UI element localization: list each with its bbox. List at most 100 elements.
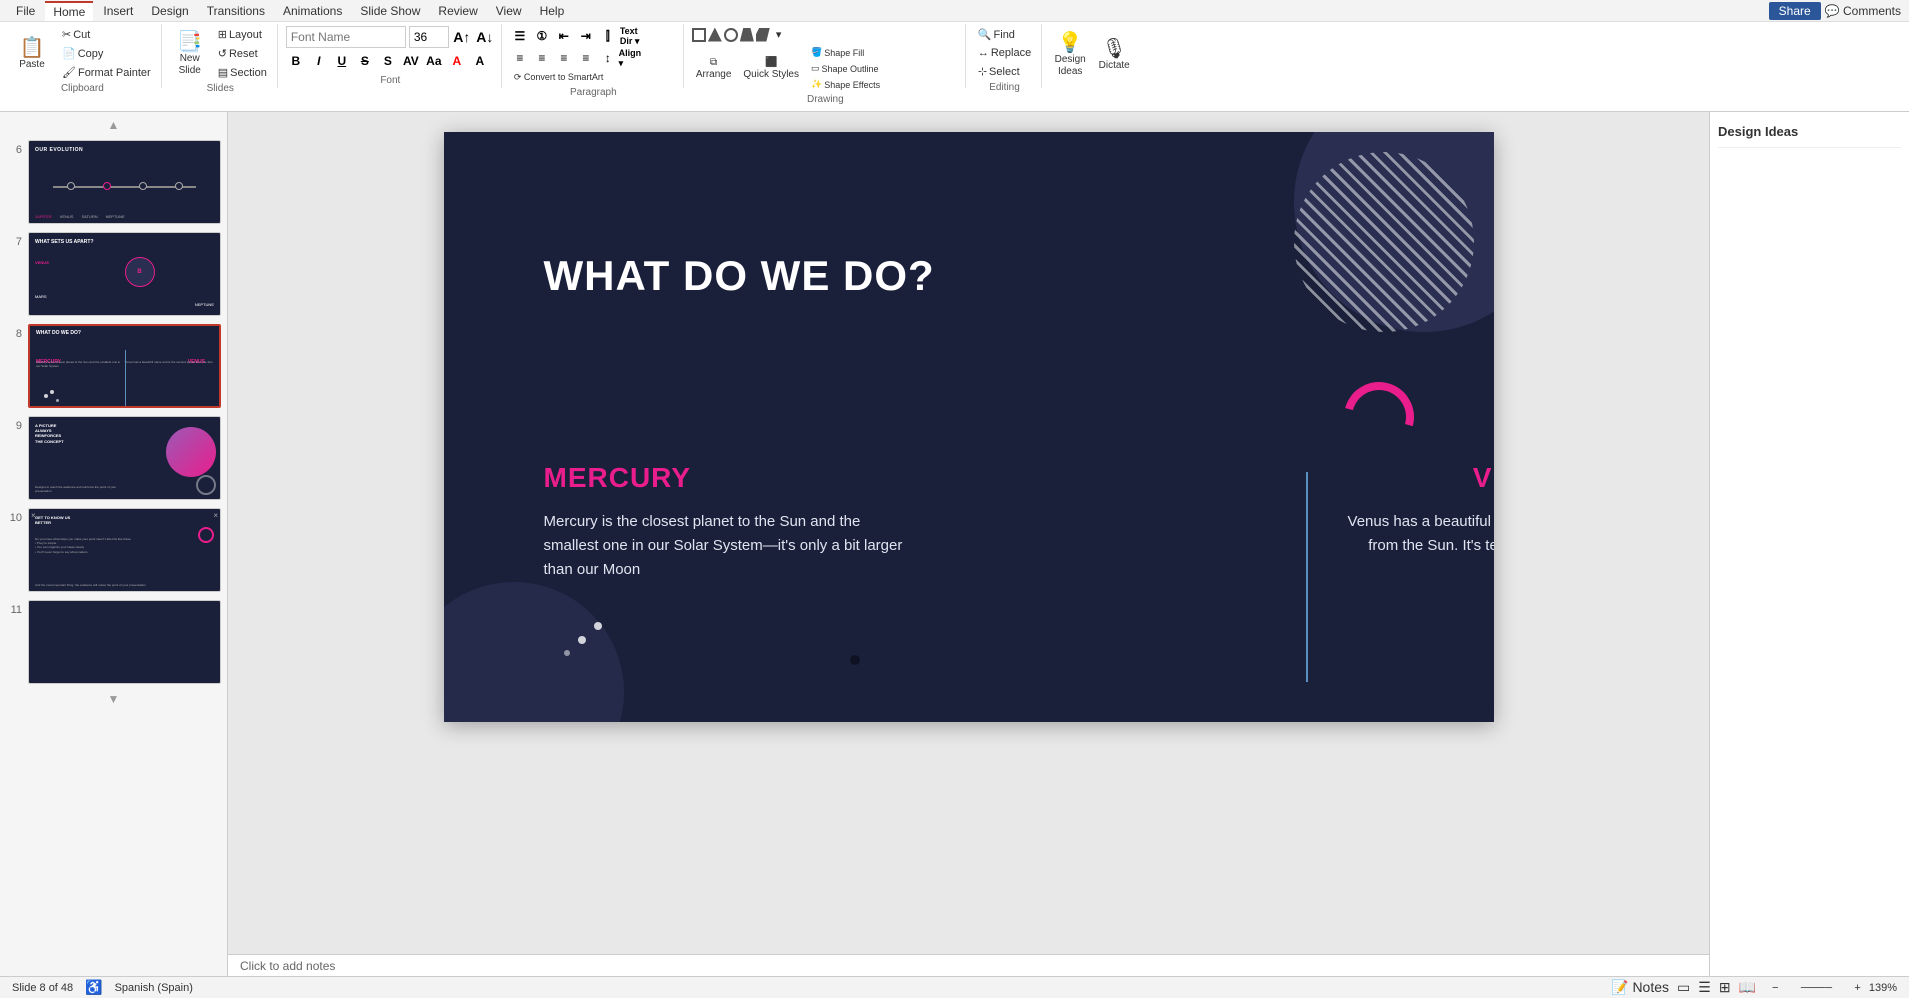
venus-heading[interactable]: VENUS — [1344, 462, 1494, 494]
slide-thumb-11[interactable]: 11 — [4, 598, 223, 686]
font-color-button[interactable]: A — [470, 51, 490, 71]
menu-slideshow[interactable]: Slide Show — [352, 2, 428, 20]
quick-styles-button[interactable]: ⬛ Quick Styles — [739, 55, 803, 82]
replace-button[interactable]: ↔ Replace — [974, 45, 1035, 61]
strikethrough-button[interactable]: S — [355, 51, 375, 71]
slide-image-6[interactable]: OUR EVOLUTION JUPITER VENUS SATURN — [28, 140, 221, 224]
format-painter-button[interactable]: 🖌 Format Painter — [58, 64, 155, 81]
design-ideas-button[interactable]: 💡 Design Ideas — [1050, 31, 1090, 79]
font-name-input[interactable] — [286, 26, 406, 48]
deco-bottom-left-circle — [444, 582, 624, 722]
highlight-color-button[interactable]: A — [447, 51, 467, 71]
reset-button[interactable]: ↺ Reset — [214, 45, 271, 62]
bold-button[interactable]: B — [286, 51, 306, 71]
convert-smartart-button[interactable]: ⟳ Convert to SmartArt — [510, 70, 608, 85]
dictate-button[interactable]: 🎙 Dictate — [1094, 37, 1134, 73]
menu-file[interactable]: File — [8, 2, 43, 20]
slide-image-8[interactable]: WHAT DO WE DO? MERCURY VENUS Mercury is … — [28, 324, 221, 408]
slide-canvas[interactable]: WHAT DO WE DO? MERCURY Mercury is the cl… — [444, 132, 1494, 722]
font-shadow-button[interactable]: S — [378, 51, 398, 71]
section-button[interactable]: ▤ Section — [214, 64, 271, 81]
align-text-button[interactable]: Align ▾ — [620, 48, 640, 68]
cut-button[interactable]: ✂ Cut — [58, 26, 155, 43]
shape-fill-icon: 🪣 — [811, 47, 822, 58]
slide-thumb-8[interactable]: 8 WHAT DO WE DO? MERCURY VENUS Mercury i… — [4, 322, 223, 410]
mercury-heading[interactable]: MERCURY — [544, 462, 904, 494]
justify-button[interactable]: ≡ — [576, 48, 596, 68]
normal-view-button[interactable]: ▭ — [1677, 979, 1690, 996]
notes-view-button[interactable]: 📝 Notes — [1611, 979, 1669, 996]
menu-insert[interactable]: Insert — [95, 2, 141, 20]
underline-button[interactable]: U — [332, 51, 352, 71]
menu-review[interactable]: Review — [430, 2, 485, 20]
reading-view-button[interactable]: 📖 — [1739, 979, 1756, 996]
notes-bar[interactable]: Click to add notes — [228, 954, 1709, 976]
shape-fill-button[interactable]: 🪣 Shape Fill — [807, 45, 884, 60]
align-right-button[interactable]: ≡ — [554, 48, 574, 68]
canvas-scroll[interactable]: WHAT DO WE DO? MERCURY Mercury is the cl… — [228, 112, 1709, 954]
paste-button[interactable]: 📋 Paste — [10, 36, 54, 72]
menu-help[interactable]: Help — [532, 2, 573, 20]
zoom-level[interactable]: 139% — [1869, 982, 1897, 994]
align-left-button[interactable]: ≡ — [510, 48, 530, 68]
scroll-up-arrow[interactable]: ▲ — [4, 116, 223, 134]
slide-image-9[interactable]: A PICTUREALWAYSREINFORCESTHE CONCEPT Des… — [28, 416, 221, 500]
slide-thumb-10[interactable]: 10 GET TO KNOW USBETTER Do you know what… — [4, 506, 223, 594]
menu-home[interactable]: Home — [45, 1, 93, 21]
increase-font-button[interactable]: A↑ — [452, 27, 472, 47]
text-direction-button[interactable]: Text Dir ▾ — [620, 26, 640, 46]
character-spacing-button[interactable]: AV — [401, 51, 421, 71]
share-button[interactable]: Share — [1769, 2, 1821, 20]
slide-image-7[interactable]: WHAT SETS US APART? VENUS B MARS NEPTUNE — [28, 232, 221, 316]
mercury-body[interactable]: Mercury is the closest planet to the Sun… — [544, 510, 904, 582]
circle-shape[interactable] — [724, 28, 738, 42]
accessibility-icon[interactable]: ♿ — [85, 979, 102, 996]
menu-animations[interactable]: Animations — [275, 2, 350, 20]
zoom-slider[interactable]: ──── — [1786, 982, 1846, 994]
layout-button[interactable]: ⊞ Layout — [214, 26, 271, 43]
notes-placeholder[interactable]: Click to add notes — [240, 959, 335, 973]
menu-design[interactable]: Design — [143, 2, 196, 20]
slide-thumb-7[interactable]: 7 WHAT SETS US APART? VENUS B MARS NEPTU… — [4, 230, 223, 318]
scroll-down-arrow[interactable]: ▼ — [4, 690, 223, 708]
slide-thumb-6[interactable]: 6 OUR EVOLUTION JUPITER VENUS — [4, 138, 223, 226]
decrease-font-button[interactable]: A↓ — [475, 27, 495, 47]
shape-outline-button[interactable]: ▭ Shape Outline — [807, 61, 884, 76]
zoom-in-button[interactable]: + — [1854, 982, 1860, 994]
language[interactable]: Spanish (Spain) — [115, 982, 193, 994]
line-spacing-button[interactable]: ↕ — [598, 48, 618, 68]
para-shape[interactable] — [756, 28, 770, 42]
slide-image-10[interactable]: GET TO KNOW USBETTER Do you know what he… — [28, 508, 221, 592]
outline-view-button[interactable]: ☰ — [1698, 979, 1711, 996]
venus-body[interactable]: Venus has a beautiful name and is the se… — [1344, 510, 1494, 582]
slide-sorter-button[interactable]: ⊞ — [1719, 979, 1731, 996]
align-center-button[interactable]: ≡ — [532, 48, 552, 68]
decrease-indent-button[interactable]: ⇤ — [554, 26, 574, 46]
find-button[interactable]: 🔍 Find — [974, 26, 1035, 43]
comments-button[interactable]: 💬 Comments — [1825, 4, 1901, 18]
increase-indent-button[interactable]: ⇥ — [576, 26, 596, 46]
menu-transitions[interactable]: Transitions — [199, 2, 273, 20]
more-shapes-button[interactable]: ▾ — [772, 26, 786, 43]
select-button[interactable]: ⊹ Select — [974, 63, 1035, 80]
triangle-shape[interactable] — [708, 28, 722, 42]
rect-shape[interactable] — [692, 28, 706, 42]
shape-effects-button[interactable]: ✨ Shape Effects — [807, 77, 884, 92]
slide-image-11[interactable] — [28, 600, 221, 684]
italic-button[interactable]: I — [309, 51, 329, 71]
columns-button[interactable]: ⫿ — [598, 26, 618, 46]
slide-panel[interactable]: ▲ 6 OUR EVOLUTION JUPITER — [0, 112, 228, 976]
thumb10-close[interactable]: × — [213, 511, 218, 520]
numbering-button[interactable]: ① — [532, 26, 552, 46]
font-size-input[interactable] — [409, 26, 449, 48]
zoom-out-button[interactable]: − — [1772, 982, 1778, 994]
change-case-button[interactable]: Aa — [424, 51, 444, 71]
arrange-button[interactable]: ⧉ Arrange — [692, 55, 736, 82]
trap-shape[interactable] — [740, 28, 754, 42]
menu-view[interactable]: View — [488, 2, 530, 20]
slide-thumb-9[interactable]: 9 A PICTUREALWAYSREINFORCESTHE CONCEPT D… — [4, 414, 223, 502]
new-slide-button[interactable]: 📑 New Slide — [170, 30, 210, 78]
slide-main-title[interactable]: WHAT DO WE DO? — [544, 252, 935, 300]
copy-button[interactable]: 📄 Copy — [58, 45, 155, 62]
bullets-button[interactable]: ☰ — [510, 26, 530, 46]
